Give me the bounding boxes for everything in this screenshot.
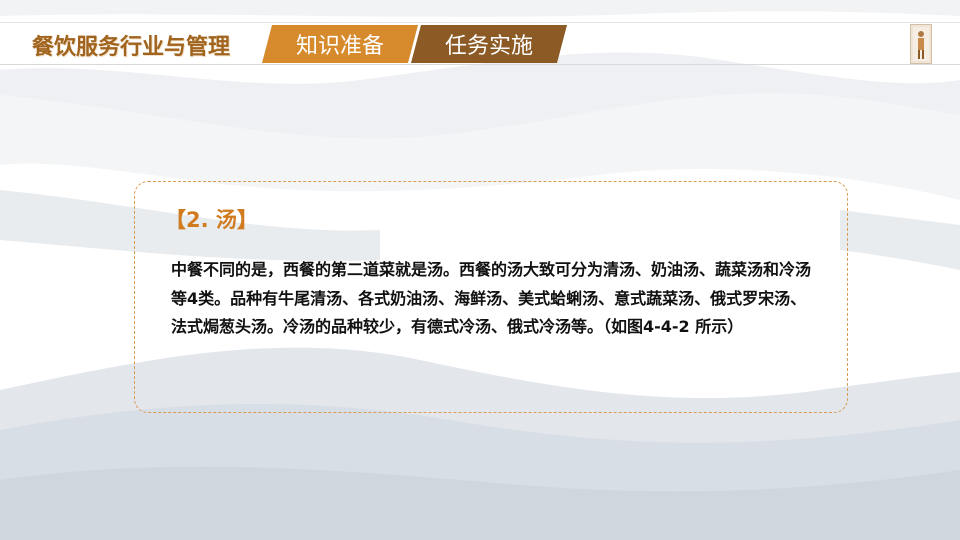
section-heading: 【2. 汤】	[165, 208, 258, 232]
course-title: 餐饮服务行业与管理	[32, 35, 231, 60]
tab-knowledge-preparation[interactable]: 知识准备	[262, 25, 418, 63]
tab-task-implementation[interactable]: 任务实施	[411, 25, 567, 63]
content-card: 【2. 汤】 中餐不同的是，西餐的第二道菜就是汤。西餐的汤大致可分为清汤、奶油汤…	[134, 181, 848, 413]
logo-icon	[910, 24, 932, 64]
header-top-divider	[0, 22, 960, 23]
section-body-text: 中餐不同的是，西餐的第二道菜就是汤。西餐的汤大致可分为清汤、奶油汤、蔬菜汤和冷汤…	[171, 260, 812, 336]
header-divider	[0, 64, 960, 65]
